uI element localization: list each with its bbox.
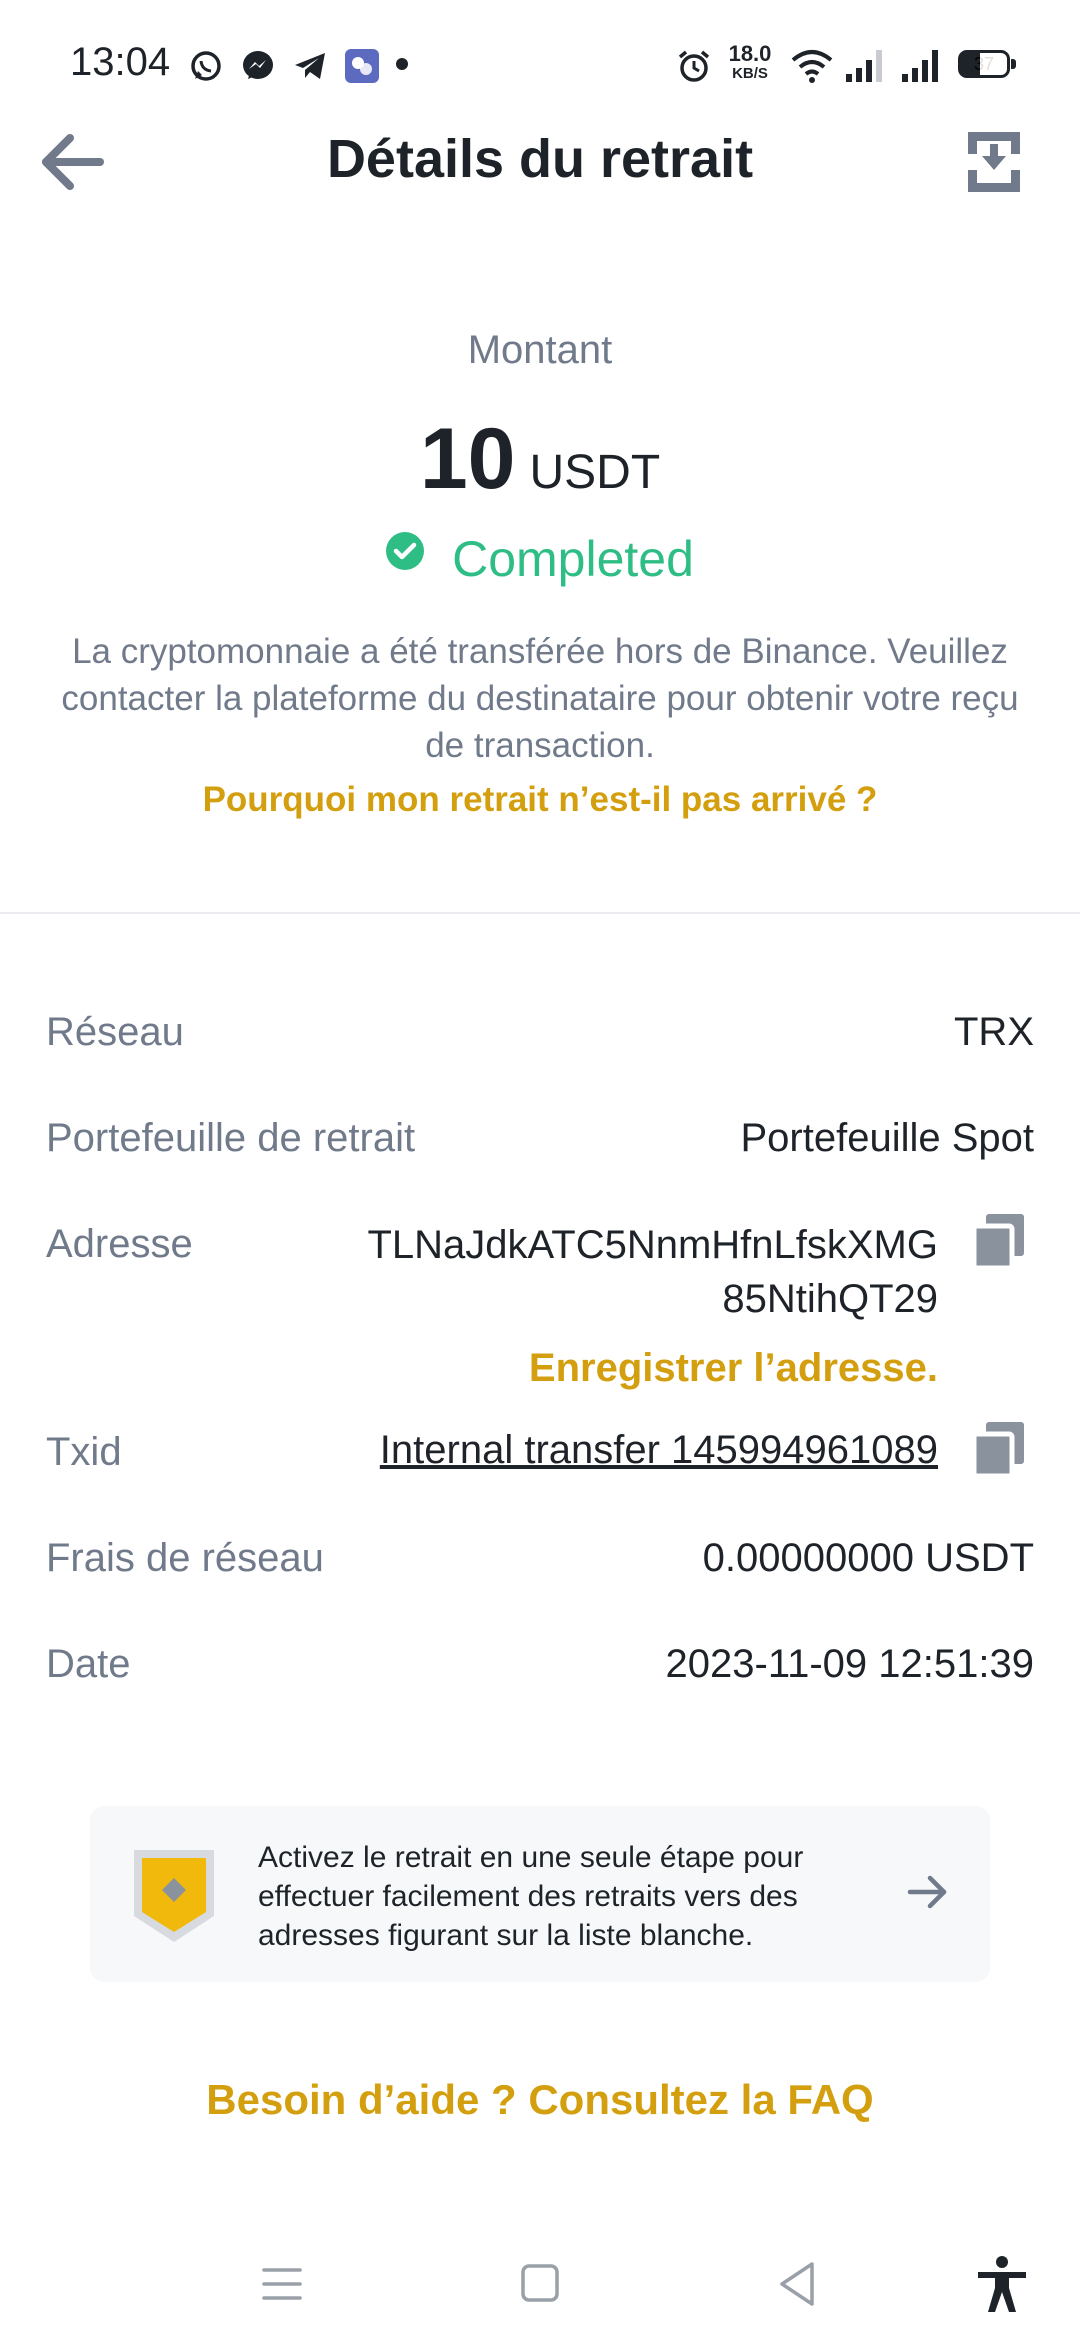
status-badge: Completed xyxy=(0,530,1080,588)
address-value: TLNaJdkATC5NnmHfnLfskXMG 85NtihQT29 xyxy=(318,1218,938,1326)
amount-unit: USDT xyxy=(529,446,661,499)
battery-tip xyxy=(1011,59,1016,69)
net-speed-unit: KB/S xyxy=(732,65,768,82)
date-value: 2023-11-09 12:51:39 xyxy=(665,1642,1034,1686)
status-bar: 13:04 18.0 KB/S 37 xyxy=(0,0,1080,130)
signal-icon xyxy=(846,50,882,82)
net-speed-value: 18.0 xyxy=(728,41,772,66)
faq-link[interactable]: Besoin d’aide ? Consultez la FAQ xyxy=(0,2076,1080,2124)
network-value: TRX xyxy=(954,1010,1034,1054)
net-speed: 18.0 KB/S xyxy=(724,41,776,84)
whatsapp-icon xyxy=(191,51,221,81)
signal-icon xyxy=(902,50,938,82)
amount: 10 USDT xyxy=(0,410,1080,509)
copy-icon xyxy=(972,1422,1024,1478)
status-description: La cryptomonnaie a été transférée hors d… xyxy=(61,632,1019,765)
wallet-value: Portefeuille Spot xyxy=(740,1116,1034,1160)
battery-level: 37 xyxy=(973,54,995,74)
download-button[interactable] xyxy=(966,130,1022,194)
arrow-right-icon xyxy=(907,1875,947,1909)
accessibility-icon xyxy=(978,2256,1026,2312)
battery-icon: 37 xyxy=(958,50,1016,78)
date-label: Date xyxy=(46,1642,131,1686)
address-label: Adresse xyxy=(46,1222,193,1266)
address-line-1: TLNaJdkATC5NnmHfnLfskXMG xyxy=(367,1223,938,1267)
network-label: Réseau xyxy=(46,1010,184,1054)
messenger-icon xyxy=(243,51,273,79)
copy-icon xyxy=(972,1214,1024,1270)
accessibility-button[interactable] xyxy=(972,2254,1032,2314)
alarm-icon xyxy=(678,50,710,82)
back-nav-button[interactable] xyxy=(768,2254,828,2314)
shield-icon xyxy=(134,1850,214,1942)
square-icon xyxy=(521,2264,559,2302)
status-time: 13:04 xyxy=(70,40,171,84)
txid-label: Txid xyxy=(46,1430,122,1474)
page-title: Détails du retrait xyxy=(326,129,754,189)
copy-address-button[interactable] xyxy=(972,1212,1026,1270)
wallet-label: Portefeuille de retrait xyxy=(46,1116,416,1160)
one-step-withdrawal-banner[interactable]: Activez le retrait en une seule étape po… xyxy=(90,1806,990,1982)
home-button[interactable] xyxy=(510,2254,570,2314)
check-circle-icon xyxy=(386,532,425,570)
save-address-link[interactable]: Enregistrer l’adresse. xyxy=(529,1346,938,1391)
address-line-2: 85NtihQT29 xyxy=(722,1277,938,1321)
why-not-arrived-link[interactable]: Pourquoi mon retrait n’est-il pas arrivé… xyxy=(0,780,1080,820)
download-icon xyxy=(968,132,1020,192)
notification-dot xyxy=(396,58,408,70)
amount-value: 10 xyxy=(419,411,516,507)
status-text: Completed xyxy=(452,531,694,587)
menu-icon xyxy=(262,2268,302,2300)
triangle-left-icon xyxy=(780,2262,814,2306)
recent-apps-button[interactable] xyxy=(252,2254,312,2314)
wifi-icon xyxy=(791,50,833,83)
banner-text: Activez le retrait en une seule étape po… xyxy=(258,1841,804,1952)
app-icon xyxy=(345,49,379,83)
telegram-icon xyxy=(295,53,325,79)
amount-label: Montant xyxy=(467,328,613,372)
copy-txid-button[interactable] xyxy=(972,1420,1026,1478)
txid-link[interactable]: Internal transfer 145994961089 xyxy=(380,1428,938,1473)
fee-value: 0.00000000 USDT xyxy=(702,1536,1034,1580)
divider xyxy=(0,912,1080,914)
fee-label: Frais de réseau xyxy=(46,1536,324,1580)
